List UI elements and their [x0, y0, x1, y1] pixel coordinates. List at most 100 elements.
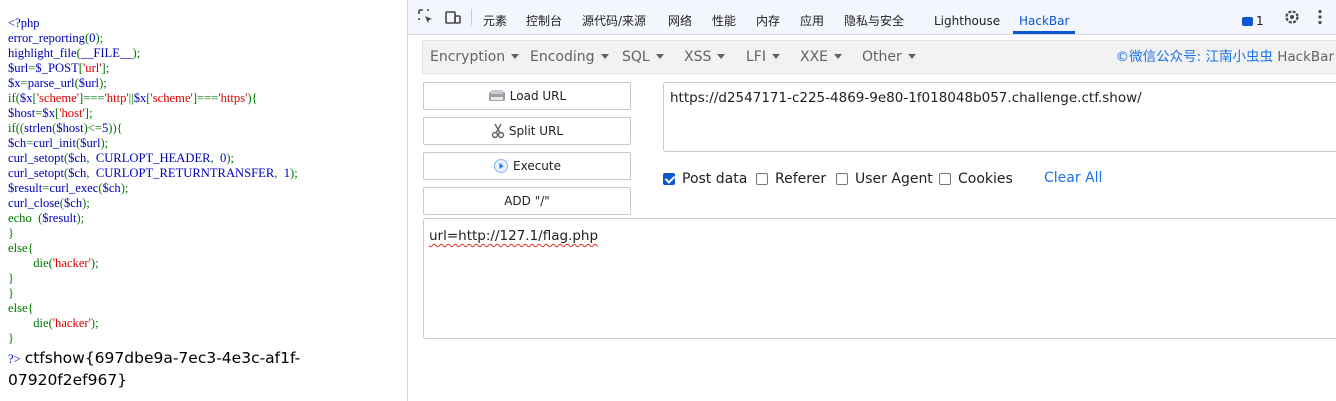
inspect-element-icon[interactable] [416, 7, 436, 27]
caret-down-icon [717, 54, 726, 59]
user-agent-label: User Agent [855, 171, 933, 187]
code-token: else{ [8, 241, 34, 255]
tab-network[interactable]: 网络 [668, 0, 692, 34]
post-data-textarea[interactable]: url=http://127.1/flag.php [423, 218, 1336, 339]
execute-label: Execute [513, 159, 561, 173]
menu-lfi[interactable]: LFI [746, 41, 780, 73]
hackbar-menu-bar: Encryption Encoding SQL XSS LFI XXE Othe… [422, 40, 1336, 74]
code-token: ); [290, 166, 298, 180]
url-input[interactable]: https://d2547171-c225-4869-9e80-1f018048… [663, 82, 1336, 152]
code-token: 'scheme' [36, 91, 79, 105]
tab-elements[interactable]: 元素 [483, 0, 507, 34]
code-token: , [86, 151, 96, 165]
tab-sources[interactable]: 源代码/来源 [582, 0, 646, 34]
add-slash-button[interactable]: ADD "/" [423, 187, 631, 215]
code-token: parse_url [27, 76, 75, 90]
code-token: else{ [8, 301, 34, 315]
code-line: <?php [8, 16, 298, 31]
referer-label: Referer [775, 171, 827, 187]
menu-encryption[interactable]: Encryption [430, 41, 520, 73]
code-token: , [210, 151, 221, 165]
tab-lighthouse[interactable]: Lighthouse [934, 0, 1000, 34]
code-token: curl_setopt [8, 166, 64, 180]
code-token: ); [95, 31, 104, 45]
device-toolbar-icon[interactable] [443, 7, 463, 27]
tab-console[interactable]: 控制台 [526, 0, 562, 34]
code-line: if($x['scheme']==='http'||$x['scheme']==… [8, 91, 298, 106]
code-token: $ch [63, 196, 83, 210]
post-data-checkbox[interactable] [663, 173, 675, 185]
code-token: 'hacker' [52, 316, 91, 330]
code-line: $host=$x['host']; [8, 106, 298, 121]
code-token: $ch [102, 181, 121, 195]
load-url-button[interactable]: Load URL [423, 82, 631, 110]
menu-encoding[interactable]: Encoding [530, 41, 609, 73]
settings-gear-icon[interactable] [1282, 7, 1302, 27]
cookies-checkbox[interactable] [939, 173, 951, 185]
execute-button[interactable]: Execute [423, 152, 631, 180]
code-token: 'hacker' [52, 256, 91, 270]
caret-down-icon [655, 54, 664, 59]
tab-application[interactable]: 应用 [800, 0, 824, 34]
messages-counter[interactable]: 1 [1242, 13, 1264, 29]
code-token: ); [82, 196, 90, 210]
code-line: $result=curl_exec($ch); [8, 181, 298, 196]
code-token: <?php [8, 16, 40, 30]
tab-hackbar[interactable]: HackBar [1012, 0, 1076, 34]
code-token: $host [56, 121, 84, 135]
code-line: } [8, 226, 298, 241]
code-line: die('hacker'); [8, 256, 298, 271]
code-token: , [86, 166, 96, 180]
user-agent-option[interactable]: User Agent [836, 170, 933, 188]
menu-xss[interactable]: XSS [684, 41, 726, 73]
page-output: ?> ctfshow{697dbe9a-7ec3-4e3c-af1f-07920f… [8, 348, 403, 391]
code-token: } [8, 271, 15, 285]
code-token: curl_exec [49, 181, 99, 195]
code-line: $x=parse_url($url); [8, 76, 298, 91]
code-line: else{ [8, 301, 298, 316]
tab-performance[interactable]: 性能 [712, 0, 736, 34]
menu-sql[interactable]: SQL [622, 41, 664, 73]
more-vert-icon[interactable] [1310, 7, 1330, 27]
code-token: echo ( [8, 211, 43, 225]
load-url-label: Load URL [509, 89, 567, 103]
code-token: $url [8, 61, 29, 75]
code-line: $url=$_POST['url']; [8, 61, 298, 76]
code-token: $url [78, 76, 100, 90]
devtools-panel: 元素 控制台 源代码/来源 网络 性能 内存 应用 隐私与安全 Lighthou… [408, 0, 1336, 401]
code-token: die( [8, 316, 53, 330]
code-line: curl_close($ch); [8, 196, 298, 211]
code-token: ); [99, 76, 107, 90]
referer-checkbox[interactable] [756, 173, 768, 185]
menu-xxe[interactable]: XXE [800, 41, 843, 73]
add-slash-label: ADD "/" [504, 194, 550, 208]
split-url-button[interactable]: Split URL [423, 117, 631, 145]
caret-down-icon [771, 54, 780, 59]
tab-security[interactable]: 隐私与安全 [844, 0, 904, 34]
code-token: ); [100, 136, 109, 150]
referer-option[interactable]: Referer [756, 170, 826, 188]
cookies-option[interactable]: Cookies [939, 170, 1013, 188]
code-token: ); [90, 316, 99, 330]
code-line: if((strlen($host)<=5)){ [8, 121, 298, 136]
load-url-icon [488, 90, 505, 101]
code-token: highlight_file [8, 46, 77, 60]
code-token: CURLOPT_RETURNTRANSFER [95, 166, 275, 180]
post-data-option[interactable]: Post data [663, 170, 747, 188]
code-token: $_POST [35, 61, 79, 75]
code-token: if( [8, 91, 20, 105]
code-token: ]=== [192, 91, 219, 105]
tab-memory[interactable]: 内存 [756, 0, 780, 34]
messages-icon [1242, 16, 1253, 26]
user-agent-checkbox[interactable] [836, 173, 848, 185]
message-count: 1 [1256, 14, 1264, 28]
menu-other[interactable]: Other [862, 41, 916, 73]
code-token: ){ [247, 91, 258, 105]
code-line: highlight_file(__FILE__); [8, 46, 298, 61]
clear-all-link[interactable]: Clear All [1044, 170, 1102, 186]
code-token: ); [120, 181, 129, 195]
code-token: __FILE__ [80, 46, 133, 60]
menu-encryption-label: Encryption [430, 49, 506, 65]
brand-credit: ©微信公众号: 江南小虫虫 [1115, 49, 1273, 65]
code-token: 'http' [104, 91, 129, 105]
